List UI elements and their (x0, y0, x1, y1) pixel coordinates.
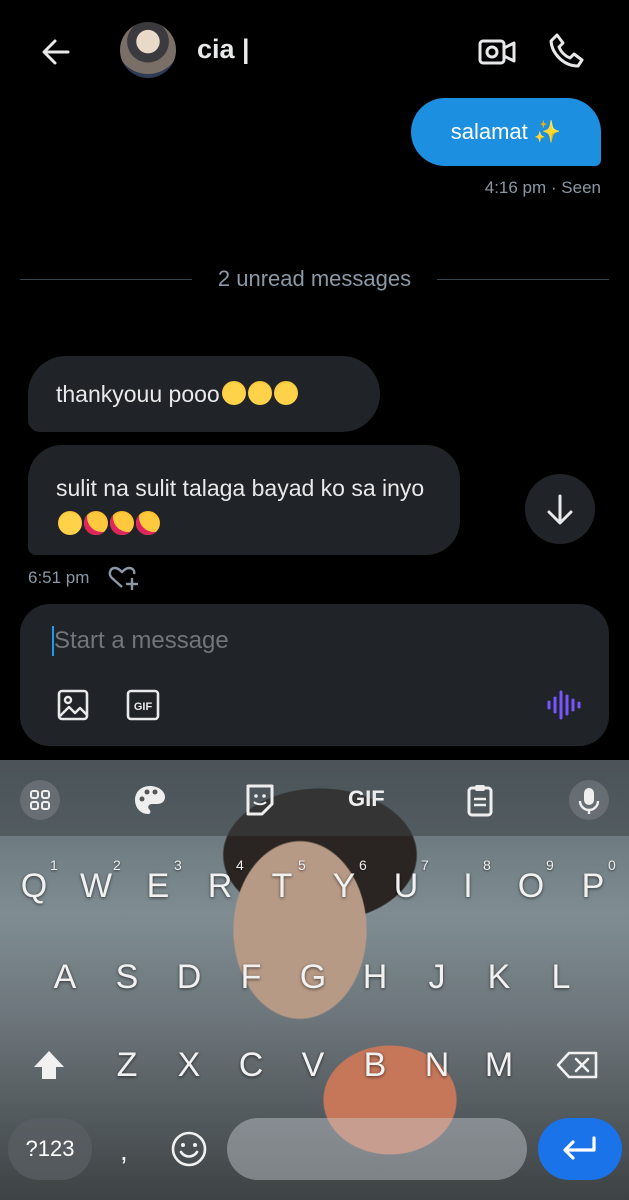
key-m[interactable]: M (474, 1046, 524, 1085)
microphone-icon[interactable] (569, 780, 609, 820)
key-j[interactable]: J (412, 958, 462, 997)
contact-name[interactable]: cia | (197, 34, 250, 65)
key-b[interactable]: B (350, 1046, 400, 1085)
key-v[interactable]: V (288, 1046, 338, 1085)
symbols-key[interactable]: ?123 (8, 1118, 92, 1180)
key-z[interactable]: Z (102, 1046, 152, 1085)
pleading-face-emoji (58, 511, 82, 535)
message-composer[interactable] (20, 604, 609, 746)
arrow-down-icon (547, 494, 573, 525)
palette-icon[interactable] (130, 780, 170, 820)
key-a[interactable]: A (40, 958, 90, 997)
smiling-face-with-hearts-emoji (84, 511, 108, 535)
pleading-face-emoji (221, 381, 246, 405)
key-w[interactable]: W (71, 867, 121, 906)
received-message-bubble[interactable]: sulit na sulit talaga bayad ko sa inyo (28, 445, 460, 555)
key-s[interactable]: S (102, 958, 152, 997)
smiling-face-with-hearts-emoji (136, 511, 160, 535)
message-text: sulit na sulit talaga bayad ko sa inyo (56, 475, 425, 501)
clipboard-icon[interactable] (460, 780, 500, 820)
smiling-face-with-hearts-emoji (110, 511, 134, 535)
key-t[interactable]: T (257, 867, 307, 906)
pleading-face-emoji (247, 381, 272, 405)
key-g[interactable]: G (288, 958, 338, 997)
keyboard-toolbar (0, 760, 629, 836)
sticker-icon[interactable] (240, 780, 280, 820)
key-p[interactable]: P (568, 867, 618, 906)
emoji-icon[interactable] (170, 1130, 208, 1168)
video-call-icon[interactable] (478, 34, 516, 70)
key-u[interactable]: U (381, 867, 431, 906)
unread-divider: 2 unread messages (20, 266, 609, 296)
add-reaction-heart-icon[interactable] (108, 565, 138, 591)
key-o[interactable]: O (506, 867, 556, 906)
message-input[interactable]: Start a message (54, 627, 229, 655)
scroll-to-bottom-button[interactable] (525, 474, 595, 544)
enter-key[interactable] (538, 1118, 622, 1180)
key-i[interactable]: I (443, 867, 493, 906)
divider-line-right (437, 279, 609, 280)
gif-icon[interactable]: GIF (126, 688, 160, 722)
key-k[interactable]: K (474, 958, 524, 997)
voice-message-icon[interactable] (545, 687, 581, 723)
key-l[interactable]: L (536, 958, 586, 997)
apps-grid-icon[interactable] (20, 780, 60, 820)
key-x[interactable]: X (164, 1046, 214, 1085)
key-q[interactable]: Q (9, 867, 59, 906)
back-arrow-icon[interactable] (38, 34, 74, 70)
received-timestamp: 6:51 pm (28, 568, 90, 587)
key-h[interactable]: H (350, 958, 400, 997)
key-r[interactable]: R (195, 867, 245, 906)
sent-message-bubble[interactable]: salamat ✨ (411, 98, 601, 166)
key-y[interactable]: Y (319, 867, 369, 906)
backspace-icon[interactable] (555, 1050, 599, 1080)
sent-timestamp: 4:16 pm · Seen (484, 178, 601, 197)
image-icon[interactable] (56, 688, 90, 722)
key-n[interactable]: N (412, 1046, 462, 1085)
comma-key[interactable]: , (120, 1135, 128, 1167)
key-c[interactable]: C (226, 1046, 276, 1085)
gif-tab[interactable]: GIF (348, 786, 385, 812)
phone-icon[interactable] (548, 32, 586, 70)
space-bar[interactable] (227, 1118, 527, 1180)
key-f[interactable]: F (226, 958, 276, 997)
key-d[interactable]: D (164, 958, 214, 997)
received-message-bubble[interactable]: thankyouu pooo (28, 356, 380, 432)
pleading-face-emoji (273, 381, 298, 405)
message-text: thankyouu pooo (56, 381, 220, 407)
key-e[interactable]: E (133, 867, 183, 906)
gif-icon-label: GIF (134, 701, 153, 713)
avatar[interactable] (120, 22, 176, 78)
enter-icon (563, 1136, 596, 1160)
shift-icon[interactable] (30, 1048, 68, 1082)
